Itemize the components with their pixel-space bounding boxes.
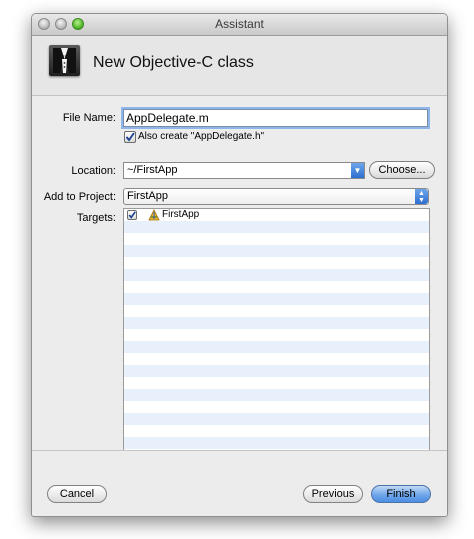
- add-to-project-popup[interactable]: FirstApp ▲ ▼: [123, 188, 429, 205]
- assistant-heading: New Objective-C class: [93, 54, 254, 71]
- up-down-arrows-icon: ▲ ▼: [418, 190, 425, 204]
- app-target-icon: [148, 209, 160, 224]
- checkmark-icon: [128, 211, 136, 219]
- form-panel: File Name: AppDelegate.m Also create "Ap…: [32, 96, 447, 471]
- previous-button[interactable]: Previous: [303, 485, 363, 503]
- add-to-project-value: FirstApp: [127, 190, 168, 202]
- add-to-project-label: Add to Project:: [43, 191, 116, 203]
- location-value: ~/FirstApp: [127, 164, 178, 176]
- window-title: Assistant: [215, 17, 264, 31]
- also-create-header-checkbox[interactable]: [124, 131, 136, 143]
- popup-arrows-button[interactable]: ▲ ▼: [415, 189, 428, 204]
- file-name-label: File Name:: [62, 112, 116, 124]
- choose-button[interactable]: Choose...: [369, 161, 435, 179]
- cancel-button[interactable]: Cancel: [47, 485, 107, 503]
- assistant-window: Assistant New Objective-C class File Nam…: [31, 13, 448, 517]
- also-create-label: Also create "AppDelegate.h": [138, 131, 265, 142]
- file-name-field[interactable]: AppDelegate.m: [123, 109, 428, 127]
- targets-list[interactable]: FirstApp: [123, 208, 430, 471]
- target-row[interactable]: FirstApp: [124, 209, 429, 221]
- targets-label: Targets:: [76, 212, 116, 224]
- checkmark-icon: [125, 132, 135, 142]
- assistant-header: New Objective-C class: [32, 36, 447, 96]
- title-bar[interactable]: Assistant: [32, 14, 447, 36]
- location-dropdown-button[interactable]: ▼: [351, 163, 364, 178]
- target-name: FirstApp: [162, 209, 200, 220]
- location-label: Location:: [71, 165, 116, 177]
- location-combo[interactable]: ~/FirstApp ▼: [123, 162, 365, 179]
- button-bar: Cancel Previous Finish: [32, 450, 447, 516]
- xcode-tuxedo-icon: [49, 45, 80, 76]
- chevron-down-icon: ▼: [353, 166, 362, 175]
- target-checkbox[interactable]: [127, 210, 137, 220]
- finish-button[interactable]: Finish: [371, 485, 431, 503]
